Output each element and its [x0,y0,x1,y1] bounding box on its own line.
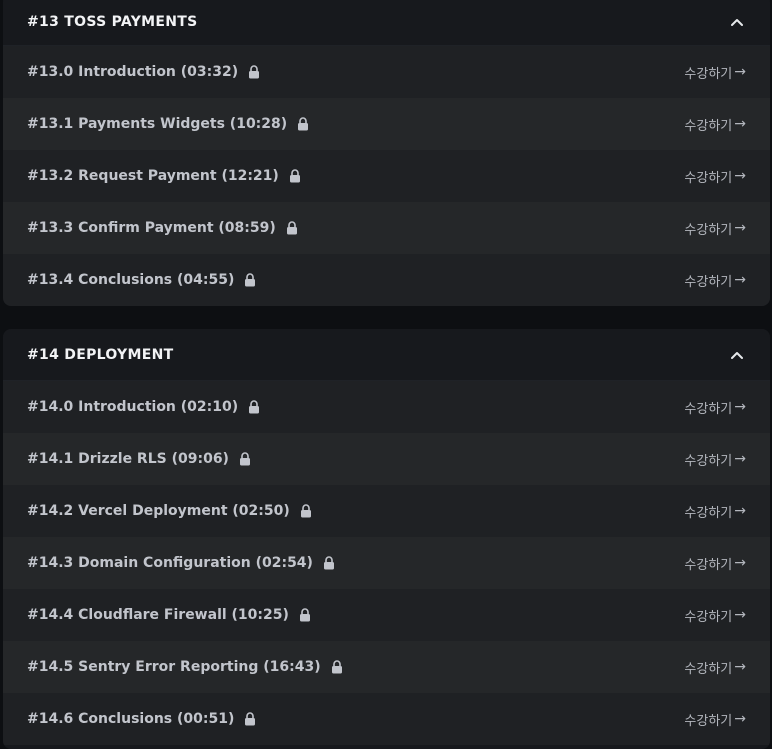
start-lesson-link[interactable]: 수강하기 → [684,219,746,238]
arrow-right-icon: → [734,168,746,184]
lesson-row[interactable]: #14.4 Cloudflare Firewall (10:25) 수강하기 → [3,589,770,641]
section-title: #13 TOSS PAYMENTS [27,13,198,30]
lock-icon [239,452,251,466]
start-lesson-link[interactable]: 수강하기 → [684,115,746,134]
lesson-title: #14.2 Vercel Deployment (02:50) [27,503,290,519]
start-lesson-link[interactable]: 수강하기 → [684,554,746,573]
section-header[interactable]: #13 TOSS PAYMENTS [3,0,770,46]
cta-label: 수강하기 [684,118,733,134]
section-title: #14 DEPLOYMENT [27,346,174,363]
lock-icon [286,221,298,235]
lesson-row[interactable]: #13.3 Confirm Payment (08:59) 수강하기 → [3,202,770,254]
arrow-right-icon: → [734,659,746,675]
start-lesson-link[interactable]: 수강하기 → [684,606,746,625]
lesson-title: #14.6 Conclusions (00:51) [27,711,235,727]
arrow-right-icon: → [734,220,746,236]
lesson-row[interactable]: #13.1 Payments Widgets (10:28) 수강하기 → [3,98,770,150]
arrow-right-icon: → [734,607,746,623]
cta-label: 수강하기 [684,505,733,521]
lesson-title: #13.4 Conclusions (04:55) [27,272,235,288]
lesson-row[interactable]: #14.0 Introduction (02:10) 수강하기 → [3,381,770,433]
section-header[interactable]: #14 DEPLOYMENT [3,329,770,381]
chevron-up-icon[interactable] [730,15,744,29]
cta-label: 수강하기 [684,609,733,625]
start-lesson-link[interactable]: 수강하기 → [684,502,746,521]
start-lesson-link[interactable]: 수강하기 → [684,271,746,290]
start-lesson-link[interactable]: 수강하기 → [684,167,746,186]
arrow-right-icon: → [734,272,746,288]
cta-label: 수강하기 [684,713,733,729]
start-lesson-link[interactable]: 수강하기 → [684,450,746,469]
cta-label: 수강하기 [684,222,733,238]
lock-icon [297,117,309,131]
arrow-right-icon: → [734,399,746,415]
lesson-row[interactable]: #13.2 Request Payment (12:21) 수강하기 → [3,150,770,202]
lesson-title: #13.0 Introduction (03:32) [27,64,239,80]
lock-icon [331,660,343,674]
lesson-row[interactable]: #14.1 Drizzle RLS (09:06) 수강하기 → [3,433,770,485]
start-lesson-link[interactable]: 수강하기 → [684,63,746,82]
lesson-title: #13.1 Payments Widgets (10:28) [27,116,288,132]
curriculum-list: #13 TOSS PAYMENTS #13.0 Introduction (03… [0,0,772,749]
lesson-title: #13.3 Confirm Payment (08:59) [27,220,276,236]
arrow-right-icon: → [734,116,746,132]
arrow-right-icon: → [734,711,746,727]
start-lesson-link[interactable]: 수강하기 → [684,398,746,417]
lesson-title: #14.4 Cloudflare Firewall (10:25) [27,607,289,623]
lock-icon [244,712,256,726]
lesson-title: #14.3 Domain Configuration (02:54) [27,555,313,571]
cta-label: 수강하기 [684,557,733,573]
lock-icon [248,400,260,414]
cta-label: 수강하기 [684,661,733,677]
start-lesson-link[interactable]: 수강하기 → [684,658,746,677]
lesson-row[interactable]: #13.0 Introduction (03:32) 수강하기 → [3,46,770,98]
lock-icon [299,608,311,622]
lesson-row[interactable]: #14.5 Sentry Error Reporting (16:43) 수강하… [3,641,770,693]
chevron-up-icon[interactable] [730,348,744,362]
section-13: #13 TOSS PAYMENTS #13.0 Introduction (03… [3,0,770,306]
lock-icon [244,273,256,287]
lesson-row[interactable]: #14.2 Vercel Deployment (02:50) 수강하기 → [3,485,770,537]
lesson-row[interactable]: #14.6 Conclusions (00:51) 수강하기 → [3,693,770,745]
lesson-title: #14.1 Drizzle RLS (09:06) [27,451,229,467]
section-14: #14 DEPLOYMENT #14.0 Introduction (02:10… [3,329,770,749]
lock-icon [300,504,312,518]
cta-label: 수강하기 [684,274,733,290]
lock-icon [289,169,301,183]
start-lesson-link[interactable]: 수강하기 → [684,710,746,729]
cta-label: 수강하기 [684,401,733,417]
lesson-title: #14.5 Sentry Error Reporting (16:43) [27,659,321,675]
lesson-row[interactable]: #14.3 Domain Configuration (02:54) 수강하기 → [3,537,770,589]
arrow-right-icon: → [734,64,746,80]
lock-icon [323,556,335,570]
lock-icon [248,65,260,79]
lesson-row[interactable]: #13.4 Conclusions (04:55) 수강하기 → [3,254,770,306]
cta-label: 수강하기 [684,170,733,186]
arrow-right-icon: → [734,451,746,467]
lesson-title: #14.0 Introduction (02:10) [27,399,239,415]
cta-label: 수강하기 [684,453,733,469]
lesson-title: #13.2 Request Payment (12:21) [27,168,279,184]
cta-label: 수강하기 [684,66,733,82]
arrow-right-icon: → [734,555,746,571]
arrow-right-icon: → [734,503,746,519]
